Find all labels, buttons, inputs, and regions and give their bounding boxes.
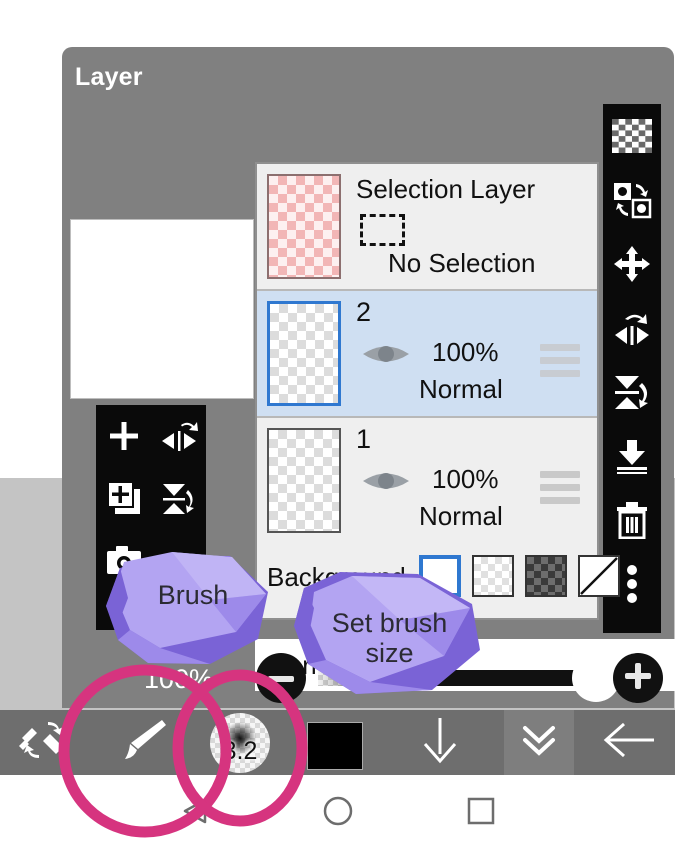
layer-list: Selection Layer No Selection 2 100% Norm… bbox=[255, 162, 620, 620]
flip-vertical-icon bbox=[159, 480, 199, 516]
trash-icon bbox=[615, 501, 649, 539]
more-vertical-icon bbox=[626, 564, 638, 604]
background-swatch-light-checkerboard[interactable] bbox=[472, 555, 514, 597]
duplicate-layer-button[interactable] bbox=[96, 467, 151, 529]
background-swatch-dark-checkerboard[interactable] bbox=[525, 555, 567, 597]
background-swatch-white[interactable] bbox=[419, 555, 461, 597]
layer-thumbnail[interactable] bbox=[267, 301, 341, 406]
opacity-decrease-button[interactable] bbox=[256, 653, 306, 703]
swap-layers-icon bbox=[612, 181, 652, 219]
camera-icon bbox=[106, 545, 142, 575]
delete-layer-button[interactable] bbox=[603, 488, 661, 552]
triangle-back-icon bbox=[182, 797, 208, 830]
square-recents-icon bbox=[467, 797, 495, 830]
nav-recents-button[interactable] bbox=[461, 793, 501, 833]
eye-icon bbox=[361, 346, 411, 374]
page-title: Layer bbox=[75, 63, 143, 91]
flip-horizontal-button[interactable] bbox=[151, 405, 206, 467]
selection-layer-title: Selection Layer bbox=[356, 174, 536, 204]
nav-home-button[interactable] bbox=[318, 793, 358, 833]
brush-eraser-swap-icon bbox=[17, 717, 69, 768]
brush-icon bbox=[117, 717, 167, 768]
layer-opacity: 100% bbox=[432, 464, 499, 494]
flip-horizontal-icon bbox=[159, 419, 199, 453]
layer-name: 2 bbox=[356, 297, 372, 327]
layer-drag-handle[interactable] bbox=[540, 471, 580, 510]
layer-actions-rail-right bbox=[603, 104, 661, 633]
plus-icon bbox=[625, 662, 651, 694]
minus-icon bbox=[268, 669, 294, 687]
plus-icon bbox=[107, 419, 141, 453]
rotate-flip-vertical-button[interactable] bbox=[603, 360, 661, 424]
rotate-flip-horizontal-button[interactable] bbox=[603, 296, 661, 360]
arrow-left-icon bbox=[600, 718, 656, 767]
selection-layer-row[interactable]: Selection Layer No Selection bbox=[257, 164, 597, 289]
flip-vertical-button[interactable] bbox=[151, 467, 206, 529]
layer-name: 1 bbox=[356, 424, 372, 454]
color-swatch-button[interactable] bbox=[307, 722, 363, 770]
rotate-flip-vertical-icon bbox=[612, 373, 652, 411]
duplicate-layer-icon bbox=[106, 480, 142, 516]
layer-row-1[interactable]: 1 100% Normal bbox=[257, 418, 597, 543]
layer-visibility-toggle[interactable] bbox=[361, 465, 411, 502]
brush-size-button[interactable]: 3.2 bbox=[210, 713, 270, 773]
background-row: Background bbox=[257, 538, 620, 618]
double-chevron-down-wrap bbox=[504, 710, 574, 775]
merge-down-button[interactable] bbox=[603, 424, 661, 488]
brush-tool-button[interactable] bbox=[102, 710, 182, 775]
brush-eraser-swap-button[interactable] bbox=[4, 710, 82, 775]
layer-blend-mode: Normal bbox=[419, 501, 503, 531]
nav-back-button[interactable] bbox=[175, 793, 215, 833]
move-icon bbox=[613, 245, 651, 283]
layer-visibility-toggle[interactable] bbox=[361, 338, 411, 375]
callout-label-brush-size: Set brush size bbox=[331, 608, 448, 669]
layer-row-2[interactable]: 2 100% Normal bbox=[257, 291, 597, 416]
layer-opacity: 100% bbox=[432, 337, 499, 367]
eye-icon bbox=[361, 473, 411, 501]
add-layer-button[interactable] bbox=[96, 405, 151, 467]
download-merge-button[interactable] bbox=[400, 710, 480, 775]
callout-label-brush: Brush bbox=[157, 580, 229, 610]
merge-down-icon bbox=[613, 438, 651, 474]
transparency-checker-icon bbox=[612, 119, 652, 153]
background-label: Background bbox=[267, 562, 406, 592]
collapse-panel-button[interactable] bbox=[504, 710, 574, 775]
alpha-lock-button[interactable] bbox=[603, 104, 661, 168]
move-layer-button[interactable] bbox=[603, 232, 661, 296]
layer-blend-mode: Normal bbox=[419, 374, 503, 404]
selection-status: No Selection bbox=[388, 248, 536, 278]
selection-layer-thumbnail[interactable] bbox=[267, 174, 341, 279]
opacity-value: 100% bbox=[144, 664, 214, 694]
arrow-down-icon bbox=[419, 716, 461, 769]
double-chevron-down-icon bbox=[519, 720, 559, 765]
layer-thumbnail[interactable] bbox=[267, 428, 341, 533]
back-button[interactable] bbox=[588, 710, 668, 775]
layer-drag-handle[interactable] bbox=[540, 344, 580, 383]
brush-size-value: 3.2 bbox=[222, 736, 258, 765]
opacity-increase-button[interactable] bbox=[613, 653, 663, 703]
selection-marquee-icon bbox=[360, 214, 405, 246]
rotate-flip-horizontal-icon bbox=[612, 309, 652, 347]
circle-home-icon bbox=[323, 796, 353, 831]
swap-layers-button[interactable] bbox=[603, 168, 661, 232]
background-swatch-none[interactable] bbox=[578, 555, 620, 597]
canvas-preview bbox=[70, 219, 254, 399]
